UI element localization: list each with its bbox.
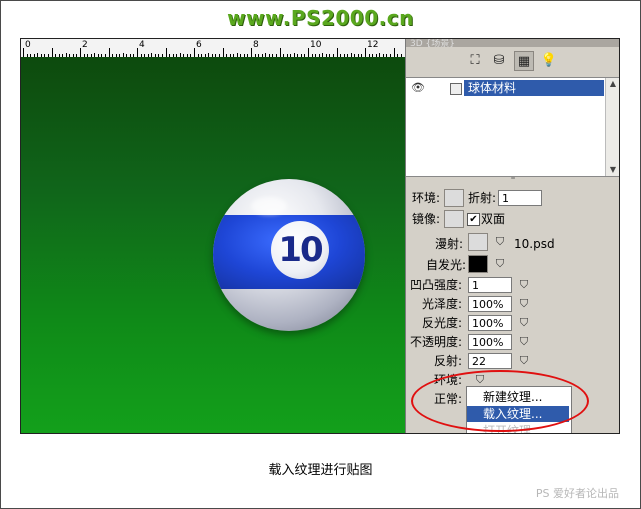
bump-texture-icon[interactable]: ⛉ <box>516 278 532 292</box>
diffuse-texture-icon[interactable]: ⛉ <box>492 235 508 249</box>
reflection-field[interactable]: 22 <box>468 353 512 369</box>
ruler-label: 2 <box>82 40 88 50</box>
material-filter-icon[interactable]: ▦ <box>514 51 534 71</box>
mesh-filter-icon[interactable]: ⛁ <box>490 51 508 69</box>
material-list: 👁 球体材料 ▲ ▼ <box>406 77 619 177</box>
scene-filter-icon[interactable]: ⛶ <box>466 51 484 69</box>
bump-label: 凹凸强度: <box>410 278 463 292</box>
ball-number: 10 <box>278 230 323 270</box>
emissive-swatch[interactable] <box>468 255 488 273</box>
scroll-down-icon[interactable]: ▼ <box>606 164 619 176</box>
double-sided-label: 双面 <box>481 212 506 226</box>
mirror-swatch[interactable] <box>444 210 464 228</box>
reflection-texture-icon[interactable]: ⛉ <box>516 354 532 368</box>
panel-title: 3D {场景} <box>410 39 455 49</box>
reflection-label: 反射: <box>434 354 463 368</box>
ruler-tick <box>23 48 24 57</box>
gloss-texture-icon[interactable]: ⛉ <box>516 297 532 311</box>
double-sided-checkbox[interactable]: ✔ <box>467 213 480 226</box>
document-canvas-area: 0 2 4 6 8 10 12 10 <box>21 39 405 433</box>
ruler-tick <box>137 48 138 57</box>
ruler-tick <box>194 48 195 57</box>
ruler-tick <box>222 48 224 57</box>
ruler-tick <box>108 48 110 57</box>
ruler-tick <box>80 48 81 57</box>
diffuse-texture-name: 10.psd <box>514 237 555 251</box>
opacity-label: 不透明度: <box>410 335 463 349</box>
mirror-label: 镜像: <box>412 212 441 226</box>
ruler-tick <box>165 48 167 57</box>
ruler-tick <box>279 48 281 57</box>
ruler-label: 8 <box>253 40 259 50</box>
ruler-tick <box>336 48 338 57</box>
emissive-label: 自发光: <box>426 258 467 272</box>
panel-filter-icons: ⛶ ⛁ ▦ 💡 <box>466 51 558 71</box>
shine-label: 反光度: <box>422 316 463 330</box>
scroll-up-icon[interactable]: ▲ <box>606 78 619 90</box>
horizontal-ruler: 0 2 4 6 8 10 12 <box>21 39 405 58</box>
environment-swatch[interactable] <box>444 189 464 207</box>
ruler-tick <box>308 48 309 57</box>
material-icon <box>450 83 462 95</box>
ruler-tick <box>365 48 366 57</box>
canvas-scene[interactable]: 10 <box>21 57 405 433</box>
bump-field[interactable]: 1 <box>468 277 512 293</box>
gloss-label: 光泽度: <box>422 297 463 311</box>
environment-label: 环境: <box>412 191 441 205</box>
gloss-field[interactable]: 100% <box>468 296 512 312</box>
billiard-ball[interactable]: 10 <box>213 179 365 331</box>
ruler-label: 12 <box>367 40 379 50</box>
panel-resize-grip[interactable]: ═ <box>406 176 619 182</box>
material-name: 球体材料 <box>464 80 604 96</box>
diffuse-swatch[interactable] <box>468 233 488 251</box>
material-row[interactable]: 👁 球体材料 <box>408 80 604 96</box>
refraction-label: 折射: <box>468 191 497 205</box>
opacity-field[interactable]: 100% <box>468 334 512 350</box>
ruler-tick <box>393 48 395 57</box>
ruler-label: 0 <box>25 40 31 50</box>
ball-highlight <box>251 197 287 215</box>
opacity-texture-icon[interactable]: ⛉ <box>516 335 532 349</box>
credit-text: PS 爱好者论出品 <box>535 487 619 500</box>
caption: 载入纹理进行贴图 <box>268 463 373 478</box>
emissive-texture-icon[interactable]: ⛉ <box>492 257 508 271</box>
annotation-circle <box>411 370 589 432</box>
shine-texture-icon[interactable]: ⛉ <box>516 316 532 330</box>
list-scrollbar[interactable]: ▲ ▼ <box>605 78 619 176</box>
ruler-tick <box>251 48 252 57</box>
shine-field[interactable]: 100% <box>468 315 512 331</box>
eye-icon[interactable]: 👁 <box>410 80 426 96</box>
ruler-label: 4 <box>139 40 145 50</box>
diffuse-label: 漫射: <box>435 237 464 251</box>
site-banner: www.PS2000.cn <box>227 6 414 30</box>
light-filter-icon[interactable]: 💡 <box>540 51 558 69</box>
ruler-label: 10 <box>310 40 322 50</box>
ruler-tick <box>51 48 53 57</box>
refraction-field[interactable]: 1 <box>498 190 542 206</box>
ruler-label: 6 <box>196 40 202 50</box>
panel-tab-strip: 3D {场景} <box>406 39 619 49</box>
